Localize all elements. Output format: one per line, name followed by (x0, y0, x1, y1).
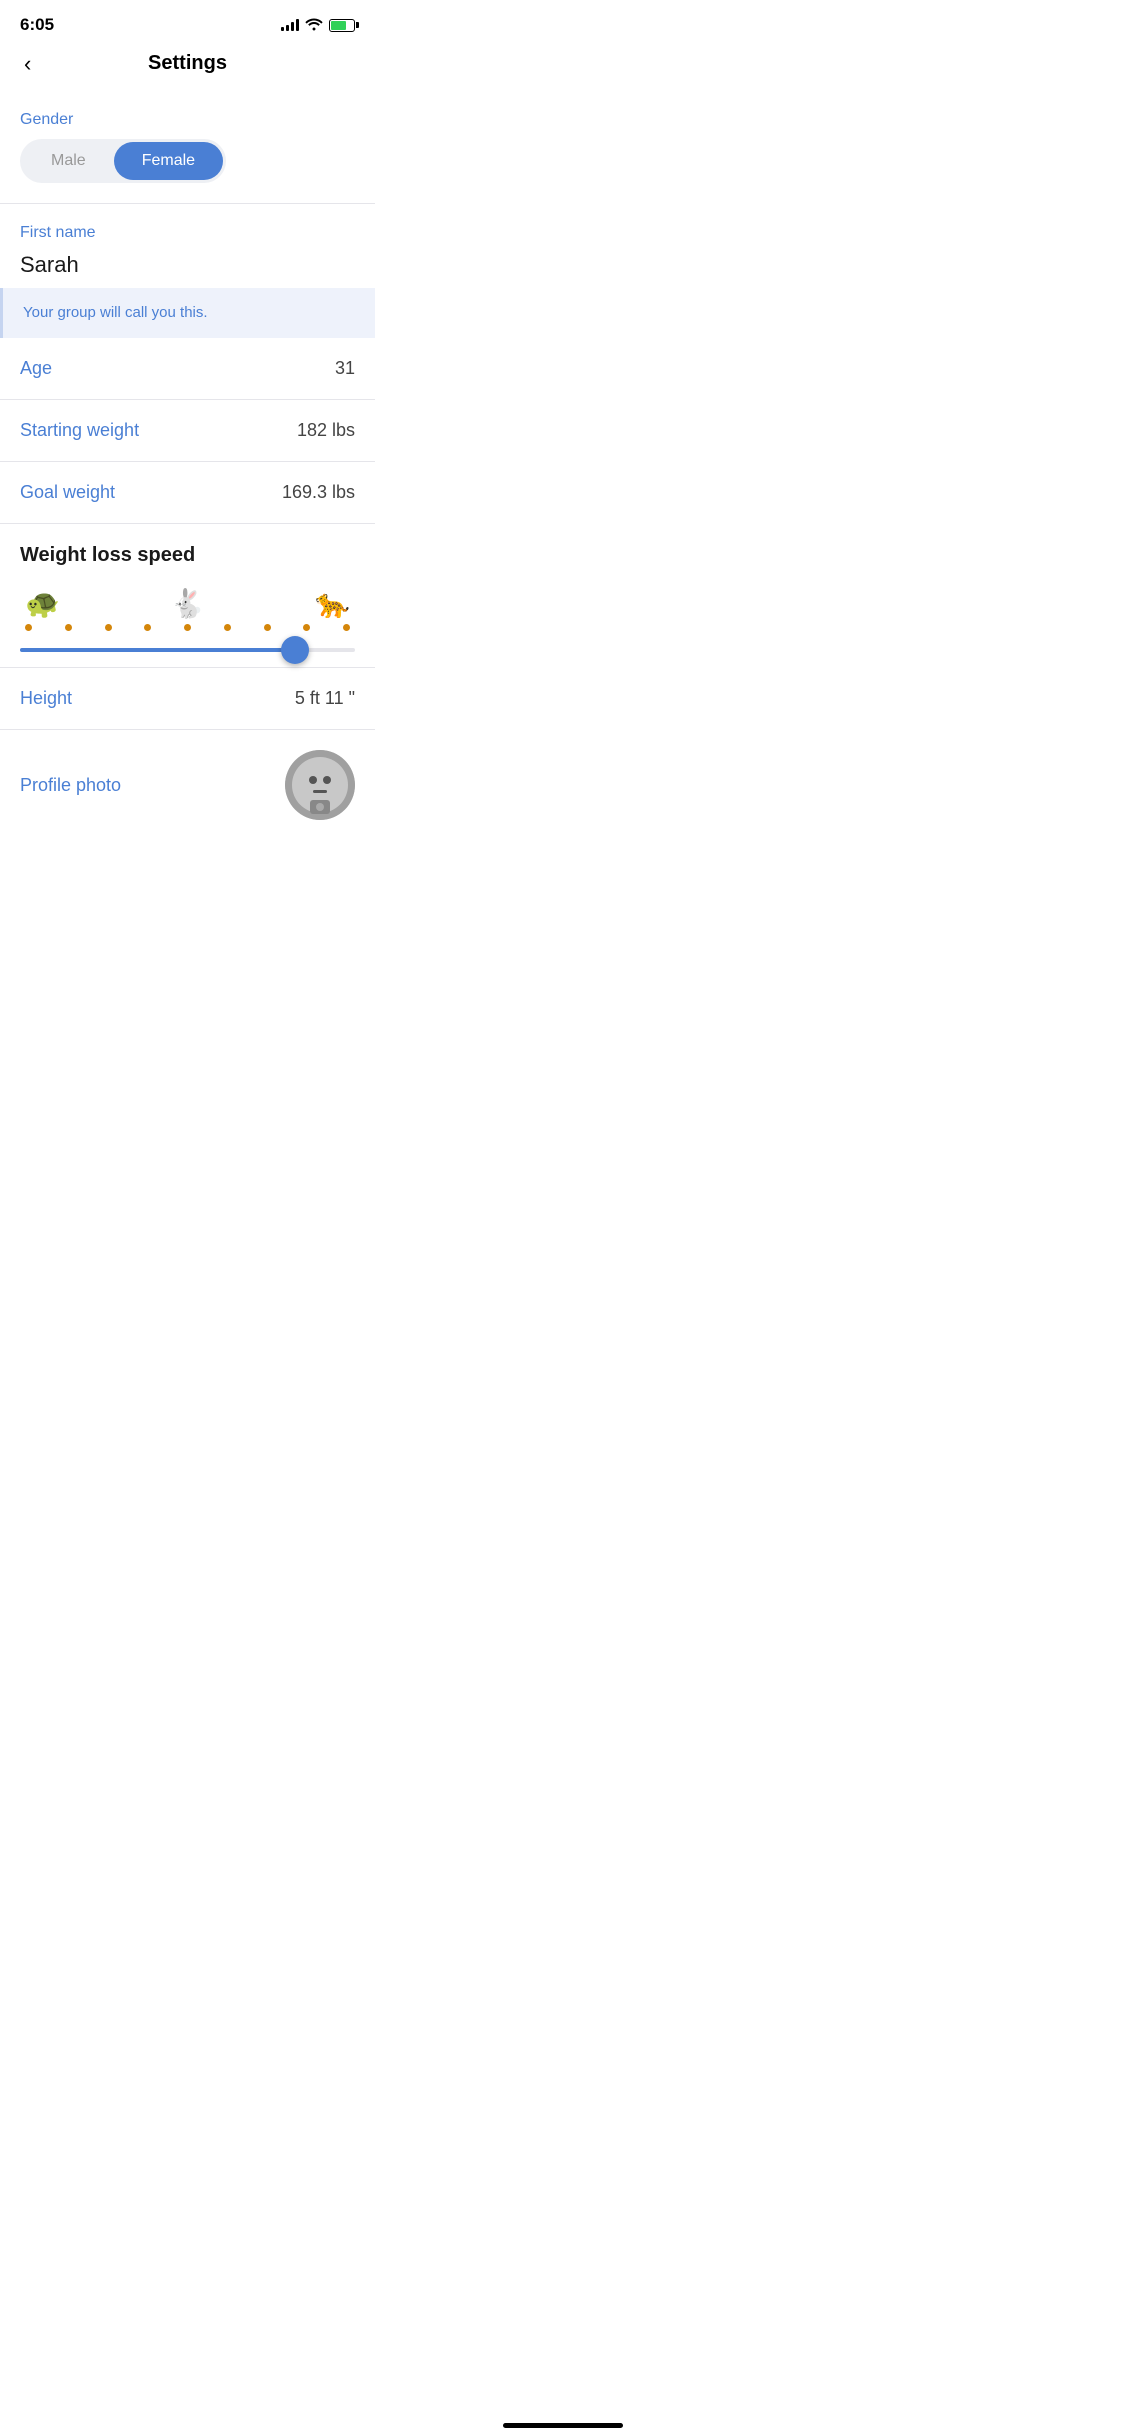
height-value: 5 ft 11 " (295, 688, 355, 709)
profile-photo-label: Profile photo (20, 775, 121, 796)
speed-dot-4 (144, 624, 151, 631)
speed-dot-6 (224, 624, 231, 631)
goal-weight-value: 169.3 lbs (282, 482, 355, 503)
gender-toggle: Male Female (20, 139, 226, 183)
status-icons (281, 17, 355, 34)
home-indicator (503, 2423, 623, 2428)
weight-loss-speed-slider[interactable] (20, 648, 355, 652)
age-value: 31 (335, 358, 355, 379)
speed-dot-5 (184, 624, 191, 631)
goal-weight-label: Goal weight (20, 482, 115, 503)
speed-dot-2 (65, 624, 72, 631)
page-title: Settings (148, 52, 227, 75)
speed-dots (20, 624, 355, 631)
first-name-section: First name Sarah (0, 204, 375, 288)
speed-dot-1 (25, 624, 32, 631)
back-button[interactable]: ‹ (20, 47, 35, 81)
battery-icon (329, 19, 355, 32)
wifi-icon (305, 17, 323, 34)
fast-animal-icon: 🐆 (315, 587, 350, 620)
nav-header: ‹ Settings (0, 44, 375, 91)
goal-weight-row[interactable]: Goal weight 169.3 lbs (0, 462, 375, 524)
profile-photo-row[interactable]: Profile photo (0, 730, 375, 840)
profile-avatar[interactable] (285, 750, 355, 820)
first-name-label: First name (20, 224, 355, 242)
height-row[interactable]: Height 5 ft 11 " (0, 668, 375, 730)
starting-weight-value: 182 lbs (297, 420, 355, 441)
status-bar: 6:05 (0, 0, 375, 44)
speed-dot-9 (343, 624, 350, 631)
age-label: Age (20, 358, 52, 379)
weight-loss-section: Weight loss speed 🐢 🐇 🐆 (0, 524, 375, 668)
gender-section: Gender Male Female (0, 91, 375, 183)
gender-male-button[interactable]: Male (23, 142, 114, 180)
speed-dot-8 (303, 624, 310, 631)
height-label: Height (20, 688, 72, 709)
speed-dot-3 (105, 624, 112, 631)
speed-animals: 🐢 🐇 🐆 (20, 587, 355, 620)
first-name-tooltip: Your group will call you this. (0, 288, 375, 338)
gender-label: Gender (20, 111, 355, 129)
tooltip-text: Your group will call you this. (23, 304, 208, 321)
signal-bars-icon (281, 19, 299, 31)
first-name-value: Sarah (20, 252, 355, 288)
slow-animal-icon: 🐢 (25, 587, 60, 620)
medium-animal-icon: 🐇 (170, 587, 205, 620)
gender-female-button[interactable]: Female (114, 142, 223, 180)
starting-weight-label: Starting weight (20, 420, 139, 441)
age-row[interactable]: Age 31 (0, 338, 375, 400)
status-time: 6:05 (20, 15, 54, 35)
weight-loss-title: Weight loss speed (20, 544, 355, 567)
speed-dot-7 (264, 624, 271, 631)
starting-weight-row[interactable]: Starting weight 182 lbs (0, 400, 375, 462)
